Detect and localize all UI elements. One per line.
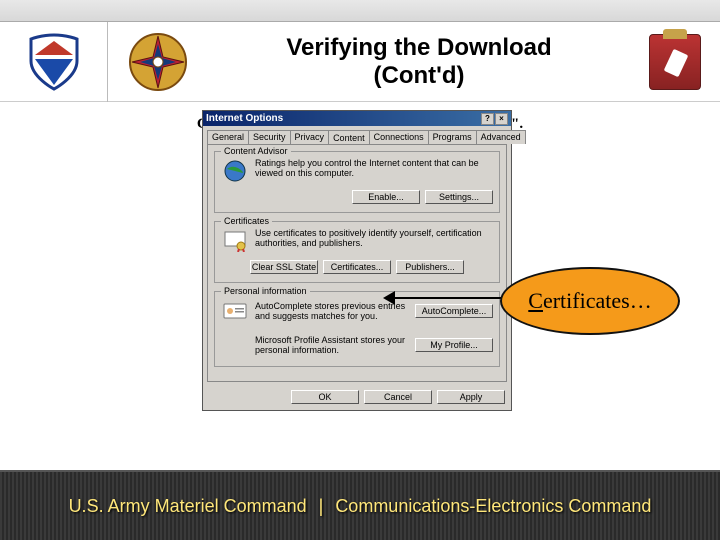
ok-button[interactable]: OK: [291, 390, 359, 404]
help-icon[interactable]: ?: [481, 113, 494, 125]
shield-icon: [27, 33, 81, 91]
enable-button[interactable]: Enable...: [352, 190, 420, 204]
title-line-1: Verifying the Download: [286, 34, 551, 61]
callout-arrow-head: [383, 291, 395, 305]
tab-general[interactable]: General: [207, 130, 249, 144]
window-topbar: [0, 0, 720, 22]
tab-advanced[interactable]: Advanced: [476, 130, 526, 144]
apply-button[interactable]: Apply: [437, 390, 505, 404]
footer-separator: |: [319, 496, 324, 517]
footer-left: U.S. Army Materiel Command: [69, 496, 307, 517]
compass-icon: [127, 31, 189, 93]
profile-text: Microsoft Profile Assistant stores your …: [255, 335, 409, 356]
callout-arrow-line: [392, 297, 502, 299]
group-personal-info: Personal information AutoComplete stores…: [214, 291, 500, 367]
content-advisor-text: Ratings help you control the Internet co…: [255, 158, 493, 184]
my-profile-button[interactable]: My Profile...: [415, 338, 493, 352]
certificates-callout: Certificates…: [500, 267, 680, 335]
internet-options-dialog: Internet Options ? × General Security Pr…: [202, 110, 512, 411]
tab-content[interactable]: Content: [328, 130, 370, 144]
publishers-button[interactable]: Publishers...: [396, 260, 464, 274]
cancel-button[interactable]: Cancel: [364, 390, 432, 404]
dialog-titlebar: Internet Options ? ×: [203, 111, 511, 126]
callout-text: Certificates…: [528, 288, 651, 314]
clear-ssl-button[interactable]: Clear SSL State: [250, 260, 318, 274]
settings-button[interactable]: Settings...: [425, 190, 493, 204]
group-certificates: Certificates Use certificates to positiv…: [214, 221, 500, 283]
dialog-tabs: General Security Privacy Content Connect…: [203, 126, 511, 144]
slide-header: Verifying the Download (Cont'd): [0, 22, 720, 102]
tab-connections[interactable]: Connections: [369, 130, 429, 144]
slide-footer: U.S. Army Materiel Command | Communicati…: [0, 470, 720, 540]
tab-privacy[interactable]: Privacy: [290, 130, 330, 144]
crest-icon: [649, 34, 701, 90]
dialog-title: Internet Options: [206, 113, 283, 124]
group-label: Certificates: [221, 216, 272, 226]
titlebar-buttons: ? ×: [481, 113, 508, 125]
emblem-amc-shield: [0, 22, 108, 102]
tab-security[interactable]: Security: [248, 130, 291, 144]
title-line-2: (Cont'd): [374, 62, 465, 89]
card-icon: [221, 298, 249, 324]
close-icon[interactable]: ×: [495, 113, 508, 125]
certificates-button[interactable]: Certificates...: [323, 260, 391, 274]
dialog-footer: OK Cancel Apply: [203, 386, 511, 410]
slide-title: Verifying the Download (Cont'd): [216, 34, 622, 89]
tab-panel-content: Content Advisor Ratings help you control…: [207, 144, 507, 382]
emblem-cecom: [630, 34, 720, 90]
group-content-advisor: Content Advisor Ratings help you control…: [214, 151, 500, 213]
certificate-icon: [221, 228, 249, 254]
slide-title-area: Verifying the Download (Cont'd): [208, 30, 630, 93]
group-label: Content Advisor: [221, 146, 291, 156]
globe-icon: [221, 158, 249, 184]
footer-right: Communications-Electronics Command: [335, 496, 651, 517]
group-label: Personal information: [221, 286, 310, 296]
certificates-text: Use certificates to positively identify …: [255, 228, 493, 254]
spacer: [221, 332, 249, 358]
tab-programs[interactable]: Programs: [428, 130, 477, 144]
slide-body: Internet Options ? × General Security Pr…: [0, 102, 720, 470]
autocomplete-button[interactable]: AutoComplete...: [415, 304, 493, 318]
emblem-sun-compass: [108, 22, 208, 102]
